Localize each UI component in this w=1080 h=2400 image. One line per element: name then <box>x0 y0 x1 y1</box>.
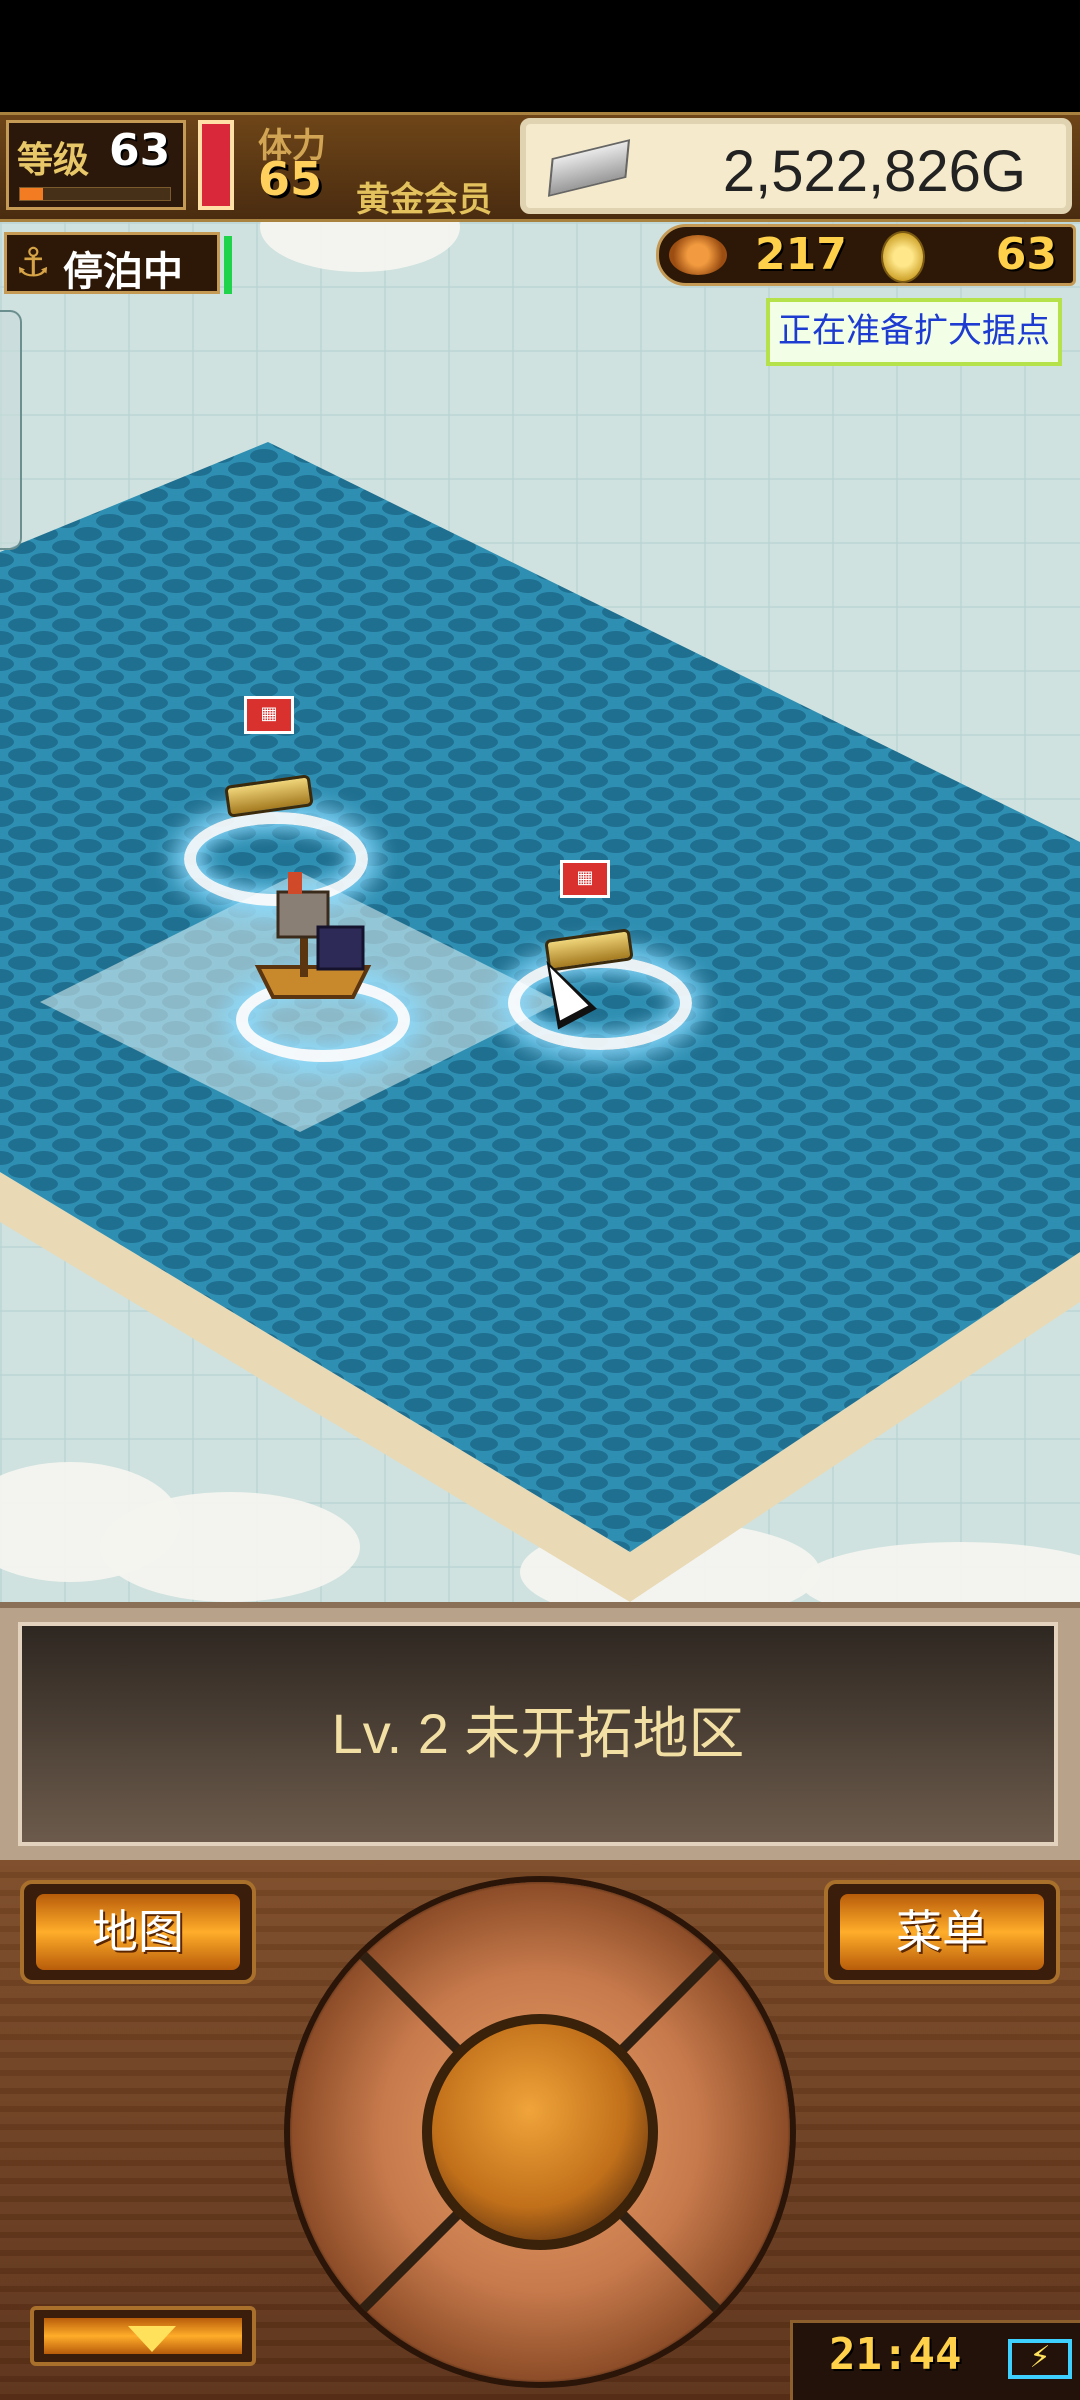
world-map[interactable]: ▦ ▦ <box>0 222 1080 1602</box>
top-black-bar <box>0 0 1080 112</box>
resource-panel: 217 63 <box>656 224 1076 286</box>
area-message: Lv. 2 未开拓地区 <box>331 1702 745 1765</box>
level-box: 等级 63 <box>6 120 186 210</box>
level-progress-fill <box>20 188 43 200</box>
map-button-label: 地图 <box>36 1894 240 1970</box>
stamina-value: 65 <box>258 152 323 206</box>
treasure-marker-icon[interactable]: ▦ <box>560 860 610 898</box>
gold-panel: 2,522,826G <box>520 118 1072 214</box>
expand-notice[interactable]: 正在准备扩大据点 <box>766 298 1062 366</box>
health-bar <box>198 120 234 210</box>
fish-value: 217 <box>755 229 847 280</box>
dock-indicator <box>224 236 232 294</box>
directional-pad[interactable] <box>290 1882 790 2382</box>
menu-button[interactable]: 菜单 <box>824 1880 1060 1984</box>
dpad-center-button[interactable] <box>422 2014 658 2250</box>
battery-charging-icon: ⚡ <box>1008 2339 1072 2379</box>
level-label: 等级 <box>17 140 90 181</box>
player-ship-icon[interactable] <box>248 872 378 1012</box>
coin-value: 63 <box>995 229 1057 280</box>
coin-icon <box>881 231 925 283</box>
anchor-icon: ⚓ <box>15 240 51 286</box>
level-value: 63 <box>109 125 171 176</box>
member-label: 黄金会员 <box>356 180 492 220</box>
message-box: Lv. 2 未开拓地区 <box>18 1622 1058 1846</box>
clock-panel: 21:44 ⚡ <box>790 2320 1080 2400</box>
menu-button-label: 菜单 <box>840 1894 1044 1970</box>
level-progress-bar <box>19 187 171 201</box>
fish-icon <box>669 235 727 275</box>
map-button[interactable]: 地图 <box>20 1880 256 1984</box>
collapse-button-face <box>44 2318 242 2354</box>
sea-board <box>0 442 1080 1602</box>
side-drawer-tab[interactable] <box>0 310 22 550</box>
treasure-marker-icon[interactable]: ▦ <box>244 696 294 734</box>
collapse-button[interactable] <box>30 2306 256 2366</box>
dock-status-badge[interactable]: ⚓ 停泊中 <box>4 232 220 295</box>
triangle-down-icon <box>128 2326 176 2352</box>
gold-value: 2,522,826G <box>722 139 1026 204</box>
silver-bar-icon <box>547 139 631 197</box>
dock-status-label: 停泊中 <box>63 249 183 295</box>
clock-time: 21:44 <box>829 2329 962 2380</box>
message-panel: Lv. 2 未开拓地区 <box>0 1602 1080 1860</box>
